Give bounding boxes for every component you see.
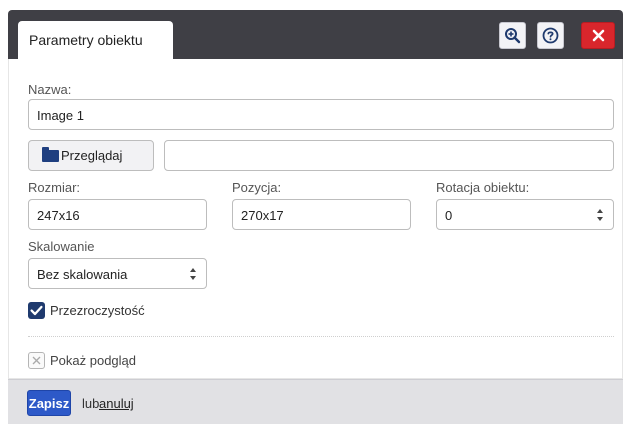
unchecked-x-icon	[32, 356, 41, 365]
show-preview-label[interactable]: Pokaż podgląd	[50, 353, 136, 368]
browse-button[interactable]: Przeglądaj	[28, 140, 154, 171]
or-text: lub	[82, 396, 100, 411]
dialog-footer: Zapisz lub anuluj	[8, 379, 623, 424]
position-label: Pozycja:	[232, 180, 282, 195]
rotation-select[interactable]: 0	[436, 199, 614, 230]
close-button[interactable]	[581, 22, 615, 49]
scaling-select[interactable]: Bez skalowania	[28, 258, 207, 289]
help-icon	[542, 27, 559, 44]
position-input-value: 270x17	[241, 208, 284, 223]
section-divider	[28, 336, 614, 337]
size-label: Rozmiar:	[28, 180, 81, 195]
scaling-label: Skalowanie	[28, 239, 95, 254]
object-parameters-dialog: Parametry obiektu Nazwa: Image 1 Przeglą…	[8, 10, 623, 424]
select-arrows-icon	[597, 209, 603, 221]
position-input[interactable]: 270x17	[232, 199, 411, 230]
zoom-in-icon	[505, 28, 521, 44]
show-preview-checkbox[interactable]	[28, 352, 45, 369]
save-button-label: Zapisz	[28, 395, 70, 411]
name-label: Nazwa:	[28, 82, 72, 97]
save-button[interactable]: Zapisz	[27, 390, 71, 416]
transparency-checkbox[interactable]	[28, 302, 45, 319]
cancel-link[interactable]: anuluj	[99, 396, 134, 411]
select-arrows-icon	[190, 268, 196, 280]
zoom-button[interactable]	[499, 22, 526, 49]
browse-button-label: Przeglądaj	[61, 148, 123, 163]
help-button[interactable]	[537, 22, 564, 49]
close-icon	[592, 29, 604, 42]
rotation-select-value: 0	[445, 208, 453, 223]
rotation-label: Rotacja obiektu:	[436, 180, 530, 195]
size-input[interactable]: 247x16	[28, 199, 207, 230]
checkmark-icon	[30, 305, 43, 316]
dialog-titlebar: Parametry obiektu	[8, 10, 623, 60]
name-input-value: Image 1	[37, 108, 84, 123]
tab-label: Parametry obiektu	[29, 32, 143, 48]
object-parameters-form: Nazwa: Image 1 Przeglądaj Rozmiar: 247x1…	[8, 59, 623, 379]
scaling-select-value: Bez skalowania	[37, 267, 128, 282]
file-path-input[interactable]	[164, 140, 614, 171]
tab-object-parameters[interactable]: Parametry obiektu	[18, 21, 173, 60]
name-input[interactable]: Image 1	[28, 99, 614, 130]
size-input-value: 247x16	[37, 208, 80, 223]
transparency-label[interactable]: Przezroczystość	[50, 303, 145, 318]
folder-icon	[42, 146, 59, 162]
